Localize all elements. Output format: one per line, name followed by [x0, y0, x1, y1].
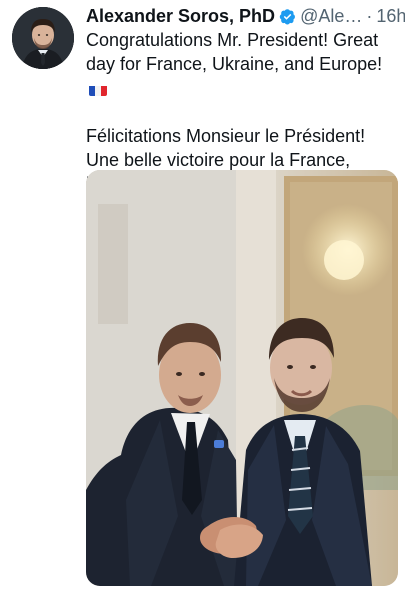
- verified-badge-icon: [279, 8, 296, 25]
- separator-dot: ·: [366, 6, 373, 26]
- avatar-image: [12, 7, 74, 69]
- display-name[interactable]: Alexander Soros, PhD: [86, 5, 275, 27]
- tweet-photo[interactable]: [86, 170, 398, 586]
- user-handle[interactable]: @Ale…: [300, 5, 362, 27]
- timestamp[interactable]: 16h: [376, 5, 405, 27]
- avatar[interactable]: [12, 7, 74, 69]
- tweet-header: Alexander Soros, PhD @Ale… · 16h: [86, 4, 405, 28]
- photo-image: [86, 170, 398, 586]
- tweet-text-english: Congratulations Mr. President! Great day…: [86, 28, 398, 100]
- france-flag-icon: [89, 82, 107, 96]
- tweet-text-en-content: Congratulations Mr. President! Great day…: [86, 30, 383, 74]
